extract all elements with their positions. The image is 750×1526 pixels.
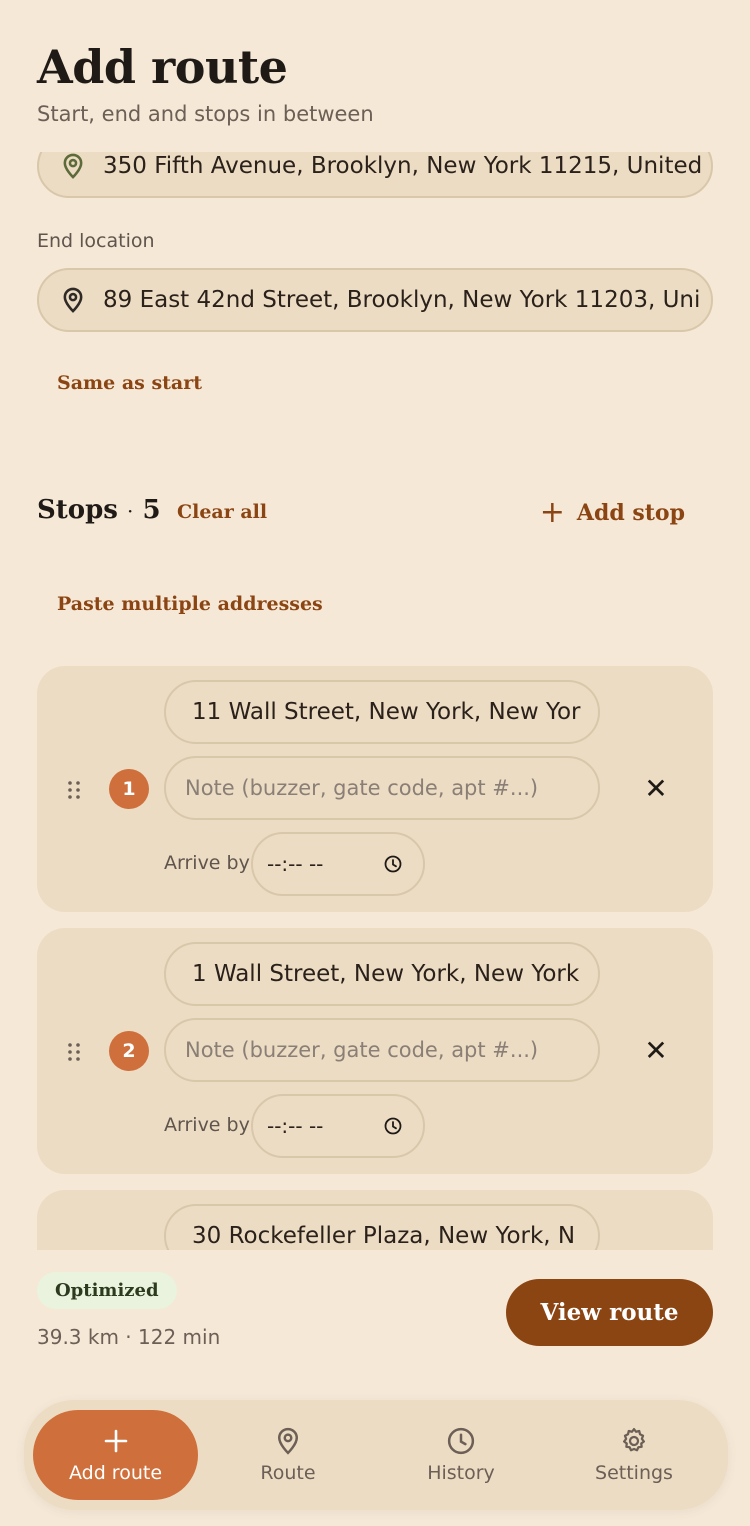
nav-route[interactable]: Route — [203, 1400, 373, 1510]
stop-note-field[interactable]: Note (buzzer, gate code, apt #...) — [164, 1018, 600, 1082]
nav-add-route[interactable]: Add route — [33, 1410, 198, 1500]
clock-icon — [447, 1427, 475, 1455]
paste-multiple-button[interactable]: Paste multiple addresses — [57, 593, 323, 615]
end-location-field[interactable]: 89 East 42nd Street, Brooklyn, New York … — [37, 268, 713, 332]
optimized-badge: Optimized — [37, 1272, 177, 1309]
route-summary: Optimized 39.3 km · 122 min — [37, 1272, 220, 1349]
nav-label: Route — [260, 1462, 316, 1484]
remove-stop-button[interactable]: ✕ — [643, 775, 669, 803]
header: Add route Start, end and stops in betwee… — [37, 40, 374, 126]
stop-address-field[interactable]: 1 Wall Street, New York, New York — [164, 942, 600, 1006]
add-stop-button[interactable]: + Add stop — [540, 498, 685, 528]
stops-separator: · — [127, 499, 134, 523]
clear-all-button[interactable]: Clear all — [177, 501, 267, 523]
route-distance-duration: 39.3 km · 122 min — [37, 1325, 221, 1349]
remove-stop-button[interactable]: ✕ — [643, 1037, 669, 1065]
stops-count: 5 — [142, 495, 161, 525]
stops-header: Stops · 5 Clear all + Add stop — [37, 495, 713, 535]
stop-address-field[interactable]: 11 Wall Street, New York, New Yor — [164, 680, 600, 744]
page-title: Add route — [37, 40, 288, 94]
arrive-by-label: Arrive by — [164, 1114, 250, 1136]
form-scroll-area[interactable]: 350 Fifth Avenue, Brooklyn, New York 112… — [0, 152, 750, 1250]
stops-title: Stops · 5 — [37, 495, 161, 525]
nav-settings[interactable]: Settings — [549, 1400, 719, 1510]
drag-handle-icon[interactable] — [67, 1042, 81, 1062]
start-location-value: 350 Fifth Avenue, Brooklyn, New York 112… — [103, 153, 703, 179]
stop-address-field[interactable]: 30 Rockefeller Plaza, New York, N — [164, 1204, 600, 1250]
arrive-by-label: Arrive by — [164, 852, 250, 874]
arrive-time-value: --:-- -- — [267, 852, 324, 876]
end-location-label: End location — [37, 230, 155, 252]
start-location-field[interactable]: 350 Fifth Avenue, Brooklyn, New York 112… — [37, 152, 713, 198]
stop-card: 30 Rockefeller Plaza, New York, N — [37, 1190, 713, 1250]
add-stop-label: Add stop — [576, 500, 685, 526]
plus-icon — [104, 1429, 127, 1453]
location-pin-icon — [277, 1427, 299, 1455]
stop-note-field[interactable]: Note (buzzer, gate code, apt #...) — [164, 756, 600, 820]
clock-icon — [384, 1117, 402, 1135]
nav-label: Add route — [68, 1462, 163, 1484]
stop-card: 1 11 Wall Street, New York, New Yor Note… — [37, 666, 713, 912]
bottom-navigation: Add route Route History Settings — [24, 1400, 728, 1510]
plus-icon: + — [539, 495, 565, 530]
arrive-time-value: --:-- -- — [267, 1114, 324, 1138]
stop-card: 2 1 Wall Street, New York, New York Note… — [37, 928, 713, 1174]
nav-history[interactable]: History — [376, 1400, 546, 1510]
clock-icon — [384, 855, 402, 873]
drag-handle-icon[interactable] — [67, 780, 81, 800]
stop-number-badge: 2 — [109, 1031, 149, 1071]
page-subtitle: Start, end and stops in between — [37, 102, 374, 126]
view-route-button[interactable]: View route — [506, 1279, 713, 1346]
location-pin-icon — [63, 153, 83, 179]
gear-icon — [623, 1428, 645, 1452]
nav-label: Settings — [595, 1462, 673, 1484]
location-pin-icon — [63, 287, 83, 313]
end-location-value: 89 East 42nd Street, Brooklyn, New York … — [103, 287, 701, 313]
stops-title-text: Stops — [37, 495, 118, 525]
same-as-start-button[interactable]: Same as start — [57, 372, 202, 394]
arrive-time-field[interactable]: --:-- -- — [251, 832, 425, 896]
stop-number-badge: 1 — [109, 769, 149, 809]
arrive-time-field[interactable]: --:-- -- — [251, 1094, 425, 1158]
nav-label: History — [427, 1462, 495, 1484]
